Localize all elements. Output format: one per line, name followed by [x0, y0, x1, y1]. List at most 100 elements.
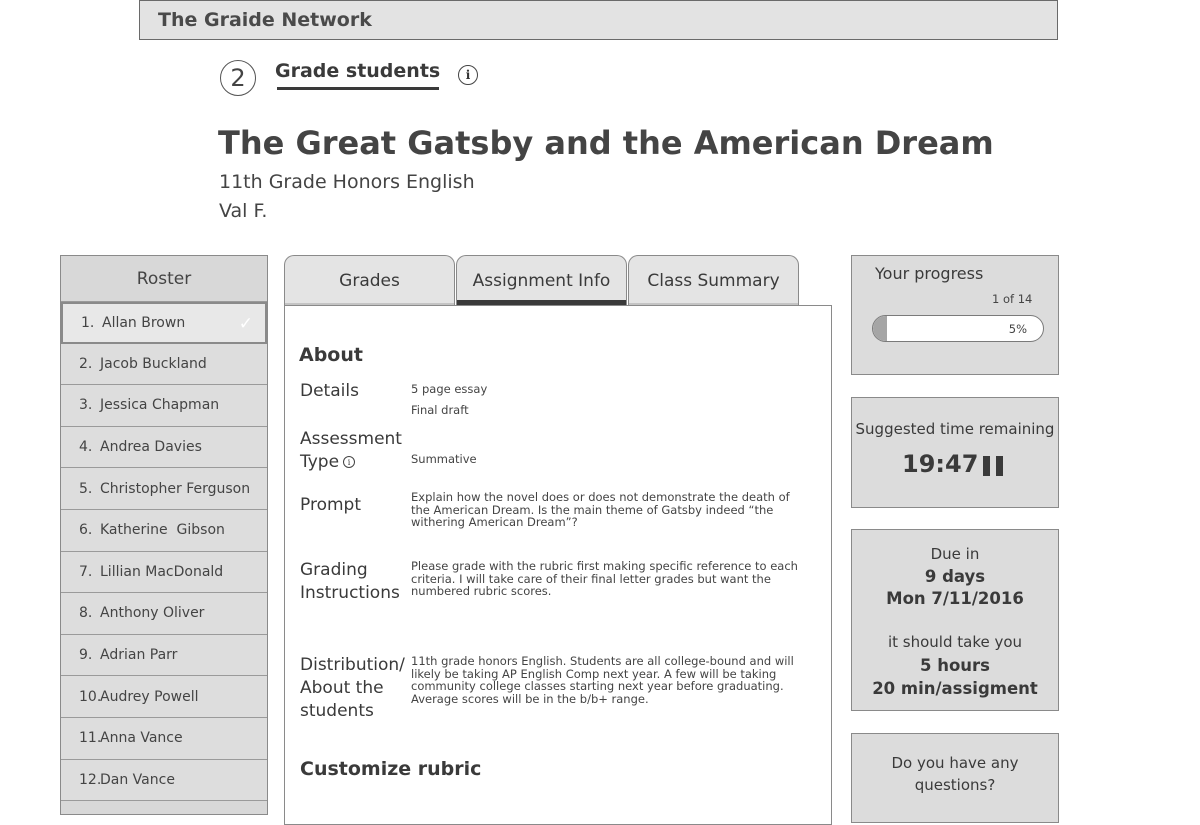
- info-icon[interactable]: i: [343, 456, 356, 468]
- course-name: 11th Grade Honors English: [219, 171, 475, 193]
- prompt-text: Explain how the novel does or does not d…: [411, 491, 790, 529]
- check-icon: ✓: [238, 314, 253, 334]
- roster-item-name: Christopher Ferguson: [100, 480, 251, 497]
- roster-item-number: 2.: [79, 355, 93, 372]
- prompt-label: Prompt: [300, 495, 361, 515]
- time-remaining-label: Suggested time remaining: [855, 420, 1055, 438]
- roster-item-name: Katherine Gibson: [100, 522, 225, 539]
- distribution-label-line: Distribution/: [300, 655, 405, 675]
- progress-card: Your progress 1 of 14 5%: [851, 255, 1059, 375]
- step-number: 2: [220, 60, 256, 96]
- tab-label: Assignment Info: [472, 270, 611, 291]
- roster-item-name: Adrian Parr: [100, 647, 178, 664]
- assessment-label-type: Type: [300, 452, 340, 472]
- app-title: The Graide Network: [158, 9, 372, 31]
- tab-assignment-info[interactable]: Assignment Info: [456, 255, 627, 305]
- step-title: Grade students: [275, 60, 441, 82]
- tab-class-summary[interactable]: Class Summary: [628, 255, 799, 305]
- teacher-name: Val F.: [219, 200, 268, 222]
- details-label: Details: [300, 381, 359, 401]
- pause-icon[interactable]: [983, 456, 1003, 476]
- roster-item-name: Anthony Oliver: [100, 605, 205, 622]
- due-date: Mon 7/11/2016: [886, 589, 1024, 608]
- assessment-label-line-2: Type i: [300, 451, 402, 474]
- roster-item[interactable]: 10. Audrey Powell: [61, 676, 267, 718]
- questions-line: questions?: [914, 776, 996, 794]
- distribution-label-line: students: [300, 701, 374, 721]
- questions-text: Do you have any questions?: [852, 752, 1058, 796]
- distribution-label: Distribution/ About the students: [300, 654, 405, 723]
- roster-item[interactable]: 4. Andrea Davies: [61, 426, 267, 469]
- questions-card[interactable]: Do you have any questions?: [851, 733, 1059, 823]
- roster-item[interactable]: 3. Jessica Chapman: [61, 385, 267, 427]
- roster-item-name: Audrey Powell: [100, 688, 199, 705]
- roster-item-name: Dan Vance: [100, 771, 175, 788]
- progress-fill: [873, 316, 887, 341]
- roster-list: 1. Allan Brown ✓ 2. Jacob Buckland 3. Jessica …: [61, 302, 267, 802]
- time-remaining-value: 19:47: [902, 450, 979, 478]
- roster-item[interactable]: 5. Christopher Ferguson: [61, 468, 267, 510]
- info-icon[interactable]: i: [458, 65, 478, 85]
- grading-text: Please grade with the rubric first makin…: [411, 560, 798, 598]
- due-label: Due in: [930, 545, 980, 563]
- roster-item-number: 4.: [79, 439, 93, 456]
- assignment-title: The Great Gatsby and the American Dream: [218, 124, 994, 162]
- grading-label-line: Instructions: [300, 583, 400, 603]
- roster-item[interactable]: 9. Adrian Parr: [61, 634, 267, 677]
- assessment-label-line-1: Assessment: [300, 429, 402, 449]
- estimate-per-assignment: 20 min/assigment: [872, 679, 1038, 698]
- assessment-label: Assessment Type i: [300, 428, 402, 474]
- progress-count: 1 of 14: [992, 292, 1033, 306]
- roster-item[interactable]: 1. Allan Brown ✓: [61, 302, 267, 344]
- roster-item-number: 3.: [79, 397, 93, 414]
- progress-bar: 5%: [872, 315, 1044, 342]
- about-heading: About: [299, 344, 363, 366]
- roster-item-name: Allan Brown: [102, 314, 186, 331]
- prompt-line: withering American Dream”?: [411, 515, 578, 529]
- roster-panel: Roster 1. Allan Brown ✓ 2. Jacob Buckland 3. J…: [60, 255, 268, 815]
- roster-item-number: 5.: [79, 480, 93, 497]
- distribution-line: community college classes starting next …: [411, 679, 784, 693]
- details-value-2: Final draft: [411, 403, 469, 417]
- due-card: Due in 9 days Mon 7/11/2016 it should ta…: [851, 529, 1059, 711]
- roster-item-number: 11.: [79, 730, 102, 747]
- details-value-1: 5 page essay: [411, 382, 488, 396]
- app-header: The Graide Network: [139, 0, 1058, 40]
- tab-label: Class Summary: [647, 270, 780, 291]
- grading-label-line: Grading: [300, 560, 368, 580]
- time-remaining-card: Suggested time remaining 19:47: [851, 397, 1059, 508]
- roster-item-number: 10.: [79, 688, 102, 705]
- roster-item-name: Andrea Davies: [100, 439, 202, 456]
- distribution-text: 11th grade honors English. Students are …: [411, 655, 794, 705]
- distribution-line: Average scores will be in the b/b+ range…: [411, 691, 649, 706]
- due-days: 9 days: [924, 567, 986, 586]
- progress-title: Your progress: [875, 264, 984, 283]
- roster-item-name: Jessica Chapman: [100, 397, 220, 414]
- questions-line: Do you have any: [891, 754, 1019, 772]
- roster-item[interactable]: 7. Lillian MacDonald: [61, 551, 267, 594]
- roster-item-number: 1.: [81, 314, 95, 331]
- roster-item-number: 12.: [79, 771, 102, 788]
- distribution-line: 11th grade honors English. Students are …: [411, 654, 794, 668]
- customize-rubric-heading[interactable]: Customize rubric: [300, 758, 481, 780]
- roster-item[interactable]: 8. Anthony Oliver: [61, 593, 267, 635]
- progress-percent: 5%: [1008, 322, 1027, 336]
- roster-item-number: 6.: [79, 522, 93, 539]
- grading-line: numbered rubric scores.: [411, 584, 552, 598]
- roster-item-number: 7.: [79, 563, 93, 580]
- roster-item[interactable]: 2. Jacob Buckland: [61, 343, 267, 386]
- roster-item-number: 9.: [79, 647, 93, 664]
- roster-item-name: Anna Vance: [100, 730, 183, 747]
- estimate-label: it should take you: [887, 633, 1023, 651]
- roster-item[interactable]: 11. Anna Vance: [61, 717, 267, 760]
- tab-label: Grades: [339, 270, 400, 291]
- grading-line: Please grade with the rubric first makin…: [411, 559, 798, 573]
- grading-label: Grading Instructions: [300, 559, 400, 605]
- roster-item-name: Lillian MacDonald: [100, 563, 224, 580]
- step-underline: [277, 87, 439, 90]
- tab-grades[interactable]: Grades: [284, 255, 455, 305]
- roster-item[interactable]: 6. Katherine Gibson: [61, 509, 267, 552]
- assessment-value: Summative: [411, 452, 477, 466]
- roster-item[interactable]: 12. Dan Vance: [61, 759, 267, 802]
- estimate-hours: 5 hours: [919, 656, 990, 675]
